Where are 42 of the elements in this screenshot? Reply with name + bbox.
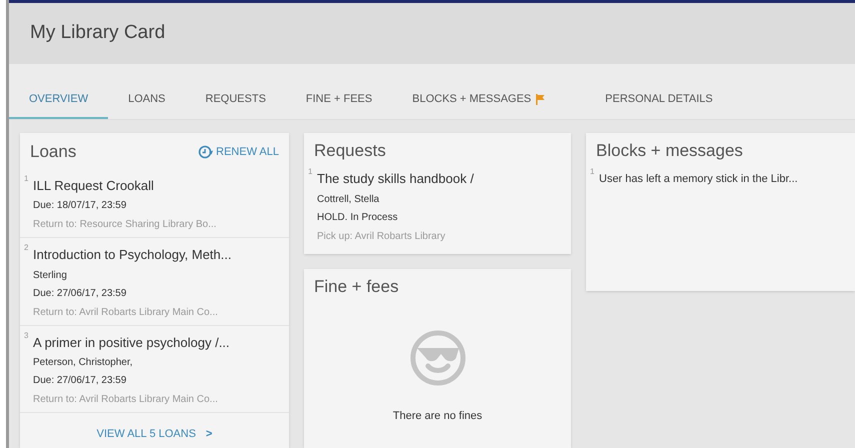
loan-author: Sterling [33, 268, 68, 282]
empty-message: There are no fines [392, 408, 482, 424]
item-number: 1 [308, 166, 314, 178]
card-title: Requests [314, 141, 386, 160]
tab[interactable]: FINE + FEES [286, 81, 392, 119]
renew-all-button[interactable]: RENEW ALL [198, 144, 279, 160]
message-item[interactable]: 1 User has left a memory stick in the Libr... [586, 164, 855, 188]
message-text: User has left a memory stick in the Libr... [598, 172, 798, 187]
loan-author: Peterson, Christopher, [33, 356, 134, 370]
request-status: HOLD. In Process [317, 210, 399, 224]
loan-title: ILL Request Crookall [33, 176, 155, 195]
card-title: Fine + fees [314, 276, 399, 296]
return-location: Return to: Resource Sharing Library Bo... [33, 218, 216, 232]
item-number: 3 [24, 330, 30, 342]
loan-title: Introduction to Psychology, Meth... [33, 246, 232, 264]
loan-item[interactable]: 2 Introduction to Psychology, Meth... Sterling Due: 27/06/17, 23:59 Return to: Avril Robarts Library Main Co... [20, 238, 289, 326]
card-title: Loans [30, 141, 76, 163]
due-date: Due: 27/06/17, 23:59 [33, 374, 128, 388]
return-location: Return to: Avril Robarts Library Main Co... [33, 306, 219, 320]
item-number: 1 [590, 166, 596, 178]
due-date: Due: 27/06/17, 23:59 [33, 286, 128, 300]
pickup-location: Pick up: Avril Robarts Library [317, 230, 446, 244]
flag-icon [535, 94, 546, 104]
tab[interactable]: PERSONAL DETAILS [585, 81, 733, 119]
item-number: 2 [24, 242, 30, 254]
card-title: Blocks + messages [596, 141, 743, 160]
due-date: Due: 18/07/17, 23:59 [33, 199, 128, 213]
page-title: My Library Card [30, 21, 166, 46]
return-location: Return to: Avril Robarts Library Main Co... [33, 393, 219, 407]
view-all-loans-link[interactable]: VIEW ALL 5 LOANS > [96, 426, 212, 442]
loan-title: A primer in positive psychology /... [33, 334, 230, 352]
renew-icon [198, 144, 214, 159]
loan-item[interactable]: 3 A primer in positive psychology /... Peterson, Christopher, Due: 27/06/17, 23:59 Return to: Avril Robarts Library Main Co... [20, 326, 289, 413]
request-author: Cottrell, Stella [317, 192, 380, 206]
loan-item[interactable]: 1 ILL Request Crookall Due: 18/07/17, 23:59 Return to: Resource Sharing Library Bo... [20, 168, 289, 238]
item-number: 1 [24, 172, 30, 184]
tab[interactable]: OVERVIEW [9, 81, 108, 119]
request-item[interactable]: 1 The study skills handbook / Cottrell, Stella HOLD. In Process Pick up: Avril Robarts Library [304, 164, 571, 244]
tab[interactable]: BLOCKS + MESSAGES [392, 81, 566, 119]
tab[interactable]: REQUESTS [185, 81, 286, 119]
tab[interactable]: LOANS [108, 81, 186, 119]
request-title: The study skills handbook / [317, 170, 474, 188]
